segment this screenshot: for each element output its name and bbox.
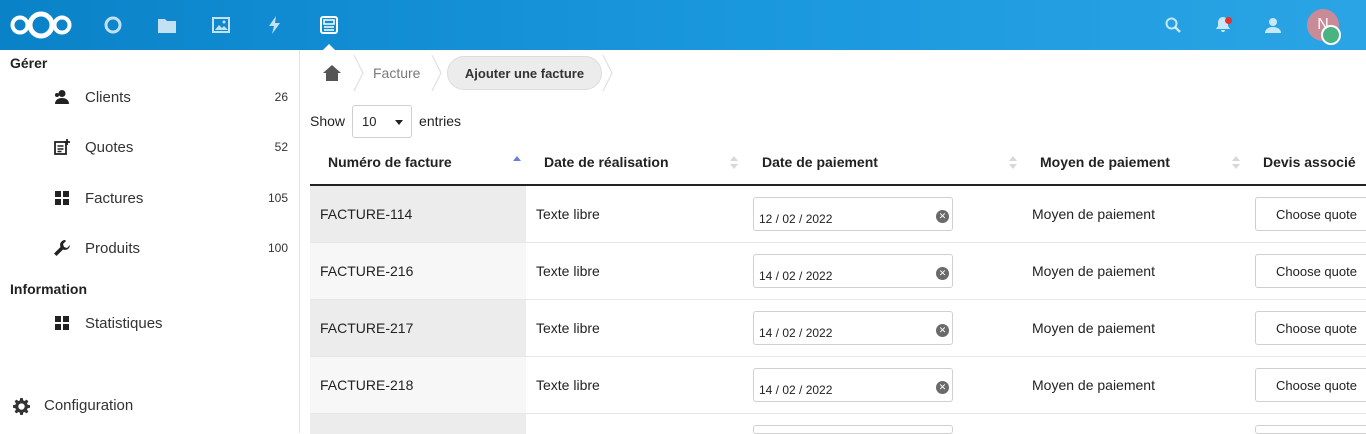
payment-method-cell[interactable]: Moyen de paiement [1032,186,1155,242]
clear-icon[interactable]: ✕ [936,381,949,394]
payment-date-input[interactable]: 14 / 02 / 2022 ✕ [753,368,953,402]
realisation-cell[interactable]: Texte libre [536,300,600,356]
notification-badge [1225,17,1232,24]
invoices-table: Numéro de facture Date de réalisation Da… [310,142,1366,434]
section-title-information: Information [10,281,87,297]
table-row: FACTURE-216 Texte libre 14 / 02 / 2022 ✕… [310,243,1366,300]
column-header-date-realisation[interactable]: Date de réalisation [544,154,669,170]
table-row: FACTURE-217 Texte libre 14 / 02 / 2022 ✕… [310,300,1366,357]
invoice-number-cell[interactable]: FACTURE-114 [310,186,526,242]
wrench-icon [54,240,70,256]
activity-icon[interactable] [248,0,302,50]
invoice-number-cell[interactable] [310,414,526,434]
sidebar-item-count: 26 [274,90,288,104]
sidebar-item-clients[interactable]: Clients 26 [0,77,298,117]
settings-label: Configuration [44,397,134,414]
main-content: Facture Ajouter une facture Show 10 entr… [301,50,1366,434]
grid-icon [54,315,70,331]
sidebar-item-count: 52 [274,140,288,154]
sort-icon[interactable] [1232,156,1240,170]
column-header-moyen-paiement[interactable]: Moyen de paiement [1040,154,1170,170]
payment-date-value: 14 / 02 / 2022 [759,269,833,283]
sidebar-item-label: Factures [85,189,144,207]
column-header-date-paiement[interactable]: Date de paiement [762,154,878,170]
column-header-numero[interactable]: Numéro de facture [328,154,452,170]
sidebar-item-statistiques[interactable]: Statistiques [0,303,298,343]
choose-quote-button[interactable]: Choose quote [1255,254,1366,288]
breadcrumb-facture[interactable]: Facture [373,65,420,81]
payment-method-cell[interactable]: Moyen de paiement [1032,357,1155,413]
sidebar-item-produits[interactable]: Produits 100 [0,228,298,268]
show-label: Show [310,113,346,129]
entries-select-value: 10 [362,113,377,129]
grid-icon [54,190,70,206]
table-row [310,414,1366,434]
sort-asc-icon[interactable] [513,156,521,170]
sidebar-item-label: Quotes [85,138,134,156]
payment-date-value: 14 / 02 / 2022 [759,383,833,397]
breadcrumb-separator [353,54,365,92]
payment-date-input[interactable]: 14 / 02 / 2022 ✕ [753,254,953,288]
choose-quote-button[interactable]: Choose quote [1255,311,1366,345]
table-body: FACTURE-114 Texte libre 12 / 02 / 2022 ✕… [310,186,1366,434]
table-row: FACTURE-114 Texte libre 12 / 02 / 2022 ✕… [310,186,1366,243]
search-icon[interactable] [1146,0,1200,50]
top-bar: N [0,0,1366,50]
choose-quote-button[interactable]: Choose quote [1255,368,1366,402]
payment-date-value: 12 / 02 / 2022 [759,212,833,226]
invoice-number-cell[interactable]: FACTURE-217 [310,300,526,356]
sidebar-item-label: Produits [85,239,141,257]
table-row: FACTURE-218 Texte libre 14 / 02 / 2022 ✕… [310,357,1366,414]
realisation-cell[interactable]: Texte libre [536,357,600,413]
sidebar-item-factures[interactable]: Factures 105 [0,178,298,218]
realisation-cell[interactable]: Texte libre [536,186,600,242]
notifications-icon[interactable] [1196,0,1250,50]
photos-icon[interactable] [194,0,248,50]
gear-icon [13,398,31,415]
entries-select[interactable]: 10 [352,104,413,138]
users-icon [54,89,70,105]
sidebar-item-label: Clients [85,88,131,106]
payment-date-input[interactable]: 14 / 02 / 2022 ✕ [753,311,953,345]
files-icon[interactable] [140,0,194,50]
sidebar-item-count: 105 [267,191,288,205]
entries-length-control: Show 10 entries [310,104,461,138]
contacts-icon[interactable] [1246,0,1300,50]
quote-icon [54,139,70,155]
column-header-devis[interactable]: Devis associé [1263,154,1356,170]
clear-icon[interactable]: ✕ [936,267,949,280]
clear-icon[interactable]: ✕ [936,210,949,223]
payment-date-input[interactable]: 12 / 02 / 2022 ✕ [753,197,953,231]
sort-icon[interactable] [1009,156,1017,170]
caret-down-icon [395,119,404,125]
invoice-number-cell[interactable]: FACTURE-216 [310,243,526,299]
nextcloud-logo[interactable] [8,8,74,42]
realisation-cell[interactable]: Texte libre [536,243,600,299]
online-status-dot [1321,25,1341,45]
payment-method-cell[interactable]: Moyen de paiement [1032,243,1155,299]
sidebar: Gérer Clients 26 Quotes 52 Factures 105 … [0,50,300,433]
sidebar-item-label: Statistiques [85,314,163,332]
clear-icon[interactable]: ✕ [936,324,949,337]
table-header: Numéro de facture Date de réalisation Da… [310,142,1366,186]
entries-label: entries [419,113,462,129]
choose-quote-button[interactable]: Choose quote [1255,197,1366,231]
sort-icon[interactable] [730,156,738,170]
add-invoice-button[interactable]: Ajouter une facture [447,56,602,90]
breadcrumb-separator [602,54,614,92]
home-icon[interactable] [323,65,341,81]
payment-date-value: 14 / 02 / 2022 [759,326,833,340]
invoice-number-cell[interactable]: FACTURE-218 [310,357,526,413]
payment-method-cell[interactable]: Moyen de paiement [1032,300,1155,356]
dashboard-icon[interactable] [86,0,140,50]
sidebar-item-quotes[interactable]: Quotes 52 [0,127,298,167]
breadcrumb-separator [431,54,443,92]
sidebar-item-count: 100 [267,241,288,255]
section-title-gerer: Gérer [10,55,48,71]
settings-button[interactable]: Configuration [0,386,298,426]
invoice-app-icon[interactable] [302,0,356,50]
